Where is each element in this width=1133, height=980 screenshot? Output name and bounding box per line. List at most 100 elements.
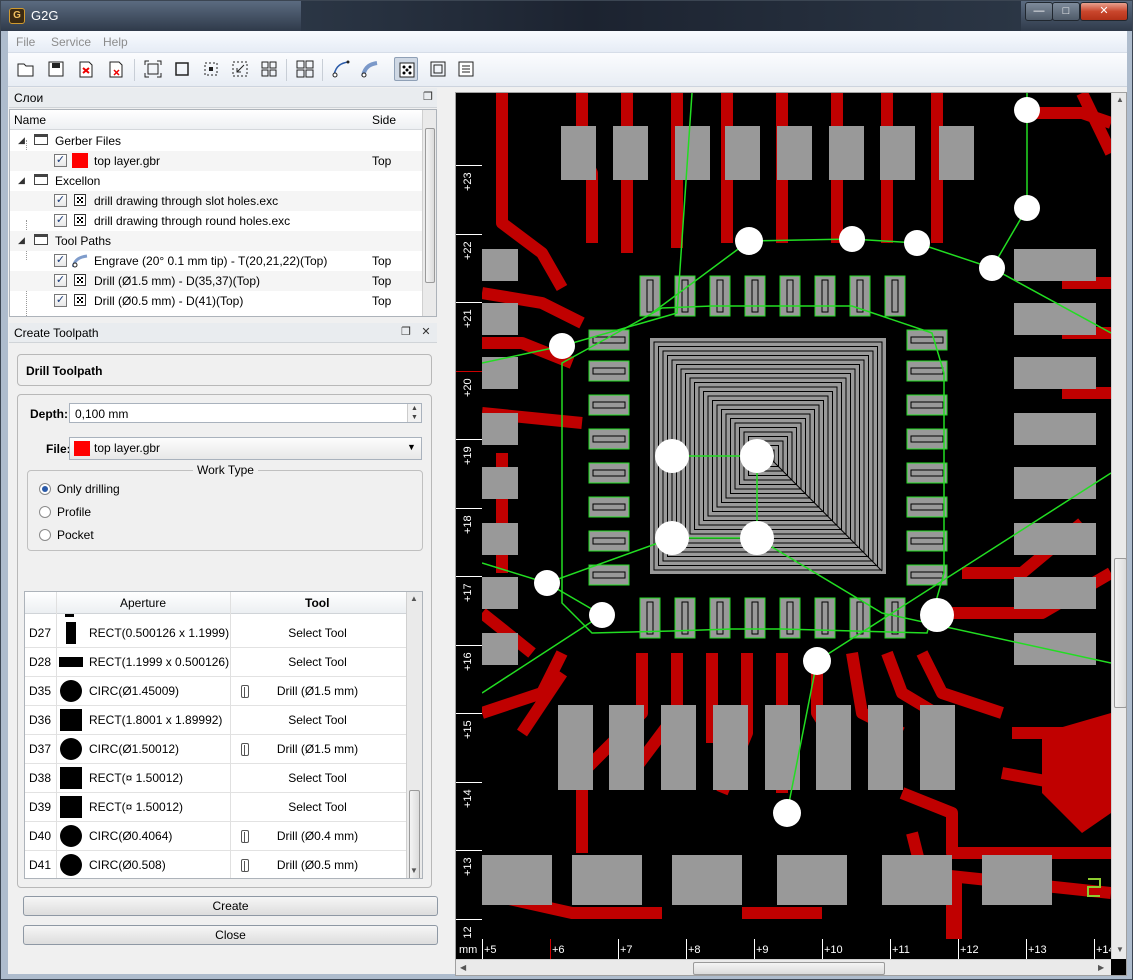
close-dock-icon[interactable]: ✕	[419, 325, 433, 339]
aperture-row[interactable]: D41 CIRC(Ø0.508) Drill (Ø0.5 mm)	[25, 851, 406, 878]
pocket-toolpath-icon[interactable]	[358, 57, 382, 81]
zoom-area-icon[interactable]	[199, 57, 223, 81]
zoom-fit-icon[interactable]	[141, 57, 165, 81]
scrollbar-thumb[interactable]	[1114, 558, 1126, 708]
tool-cell[interactable]: Select Tool	[231, 800, 404, 814]
aperture-row[interactable]: D27 RECT(0.500126 x 1.1999) Select Tool	[25, 619, 406, 648]
float-dock-icon[interactable]: ❐	[421, 90, 435, 104]
vertical-scrollbar[interactable]: ▲ ▼	[1111, 93, 1126, 959]
aperture-id: D28	[29, 655, 52, 669]
tool-cell[interactable]: Select Tool	[231, 655, 404, 669]
tree-item-drill-0-5[interactable]: ✓ Drill (Ø0.5 mm) - D(41)(Top) Top	[10, 291, 422, 311]
pcb-drawing[interactable]	[478, 93, 1117, 939]
aperture-row[interactable]: D28 RECT(1.1999 x 0.500126) Select Tool	[25, 648, 406, 677]
scroll-left-icon[interactable]: ◀	[460, 963, 466, 972]
drill-toolpath-icon[interactable]	[394, 57, 418, 81]
pcb-view[interactable]: +23 +22 +21 +20 +19 +18 +17 +16 +15 +14 +13 +12 mm …	[455, 92, 1127, 976]
tool-cell[interactable]: Drill (Ø0.5 mm)	[231, 858, 404, 872]
save-icon[interactable]	[44, 57, 68, 81]
radio-only-drilling[interactable]	[39, 483, 51, 495]
collapse-arrow-icon[interactable]: ◢	[18, 135, 25, 146]
column-aperture-header[interactable]: Aperture	[120, 596, 166, 610]
column-tool-header[interactable]: Tool	[305, 596, 329, 610]
aperture-row[interactable]: D36 RECT(1.8001 x 1.89992) Select Tool	[25, 706, 406, 735]
layer-visibility-checkbox[interactable]: ✓	[54, 294, 67, 307]
tool-cell[interactable]: Select Tool	[231, 713, 404, 727]
g2g-logo-icon: G	[9, 8, 25, 24]
depth-spinbox[interactable]: 0,100 mm ▲ ▼	[69, 403, 422, 423]
tree-item-round-holes[interactable]: ✓ drill drawing through round holes.exc	[10, 211, 422, 231]
aperture-row[interactable]: D38 RECT(¤ 1.50012) Select Tool	[25, 764, 406, 793]
close-file-icon[interactable]	[104, 57, 128, 81]
aperture-desc: RECT(1.8001 x 1.89992)	[89, 713, 223, 727]
spin-arrows-icon[interactable]: ▲ ▼	[407, 404, 421, 422]
tree-group-excellon[interactable]: ◢ Excellon	[10, 171, 422, 191]
collapse-arrow-icon[interactable]: ◢	[18, 175, 25, 186]
aperture-row[interactable]: D37 CIRC(Ø1.50012) Drill (Ø1.5 mm)	[25, 735, 406, 764]
radio-pocket[interactable]	[39, 529, 51, 541]
radio-pocket-label[interactable]: Pocket	[57, 528, 94, 542]
tree-group-toolpaths[interactable]: ◢ Tool Paths	[10, 231, 422, 251]
zoom-out-icon[interactable]	[228, 57, 252, 81]
horizontal-scrollbar[interactable]: ◀ ▶	[456, 959, 1111, 975]
aperture-row[interactable]: D40 CIRC(Ø0.4064) Drill (Ø0.4 mm)	[25, 822, 406, 851]
layers-scrollbar[interactable]	[422, 110, 436, 316]
float-dock-icon[interactable]: ❐	[399, 325, 413, 339]
aperture-row[interactable]: D39 RECT(¤ 1.50012) Select Tool	[25, 793, 406, 822]
qfn-pad-left	[588, 394, 630, 416]
layer-visibility-checkbox[interactable]: ✓	[54, 154, 67, 167]
menu-help[interactable]: Help	[103, 35, 128, 49]
tool-cell[interactable]: Drill (Ø0.4 mm)	[231, 829, 404, 843]
aperture-scrollbar[interactable]: ▲ ▼	[406, 592, 422, 878]
layer-visibility-checkbox[interactable]: ✓	[54, 274, 67, 287]
collapse-arrow-icon[interactable]: ◢	[18, 235, 25, 246]
profile-toolpath-icon[interactable]	[329, 57, 353, 81]
radio-only-drilling-label[interactable]: Only drilling	[57, 482, 120, 496]
radio-profile-label[interactable]: Profile	[57, 505, 91, 519]
close-window-button[interactable]: ✕	[1080, 2, 1128, 21]
menu-service[interactable]: Service	[51, 35, 91, 49]
tree-item-slot-holes[interactable]: ✓ drill drawing through slot holes.exc	[10, 191, 422, 211]
scrollbar-thumb[interactable]	[425, 128, 435, 283]
scroll-down-icon[interactable]: ▼	[1116, 945, 1124, 954]
pcb-canvas[interactable]	[478, 93, 1117, 939]
drill-hole	[549, 333, 575, 359]
menu-file[interactable]: File	[16, 35, 35, 49]
maximize-button[interactable]: □	[1052, 2, 1080, 21]
gcode-icon[interactable]	[454, 57, 478, 81]
group-label: Tool Paths	[55, 234, 112, 248]
zoom-to-board-icon[interactable]	[170, 57, 194, 81]
tool-cell[interactable]: Drill (Ø1.5 mm)	[231, 684, 404, 698]
layer-visibility-checkbox[interactable]: ✓	[54, 194, 67, 207]
tool-cell[interactable]: Drill (Ø1.5 mm)	[231, 742, 404, 756]
scroll-down-icon[interactable]: ▼	[410, 866, 418, 875]
tree-item-top-layer[interactable]: ✓ top layer.gbr Top	[10, 151, 422, 171]
smd-pad	[939, 126, 974, 180]
radio-profile[interactable]	[39, 506, 51, 518]
tree-item-engrave[interactable]: ✓ Engrave (20° 0.1 mm tip) - T(20,21,22)…	[10, 251, 422, 271]
scrollbar-thumb[interactable]	[693, 962, 885, 975]
select-all-icon[interactable]	[293, 57, 317, 81]
layer-visibility-checkbox[interactable]: ✓	[54, 254, 67, 267]
aperture-row[interactable]: D35 CIRC(Ø1.45009) Drill (Ø1.5 mm)	[25, 677, 406, 706]
minimize-button[interactable]: —	[1025, 2, 1053, 21]
title-bar[interactable]: G G2G — □ ✕	[1, 1, 1132, 31]
close-button[interactable]: Close	[23, 925, 438, 945]
scroll-right-icon[interactable]: ▶	[1098, 963, 1104, 972]
tree-item-drill-1-5[interactable]: ✓ Drill (Ø1.5 mm) - D(35,37)(Top) Top	[10, 271, 422, 291]
layer-visibility-checkbox[interactable]: ✓	[54, 214, 67, 227]
zoom-selection-icon[interactable]	[257, 57, 281, 81]
tool-cell[interactable]: Select Tool	[231, 771, 404, 785]
thermal-icon[interactable]	[426, 57, 450, 81]
tree-group-gerber[interactable]: ◢ Gerber Files	[10, 131, 422, 151]
file-select[interactable]: top layer.gbr ▼	[69, 437, 422, 460]
open-icon[interactable]	[14, 57, 38, 81]
scroll-up-icon[interactable]: ▲	[410, 594, 418, 603]
scroll-up-icon[interactable]: ▲	[1116, 95, 1124, 104]
create-button[interactable]: Create	[23, 896, 438, 916]
tool-cell[interactable]: Select Tool	[231, 626, 404, 640]
column-name-header[interactable]: Name	[14, 113, 46, 127]
column-side-header[interactable]: Side	[372, 113, 396, 127]
export-pdf-icon[interactable]	[74, 57, 98, 81]
ruler-tick	[1094, 939, 1095, 959]
